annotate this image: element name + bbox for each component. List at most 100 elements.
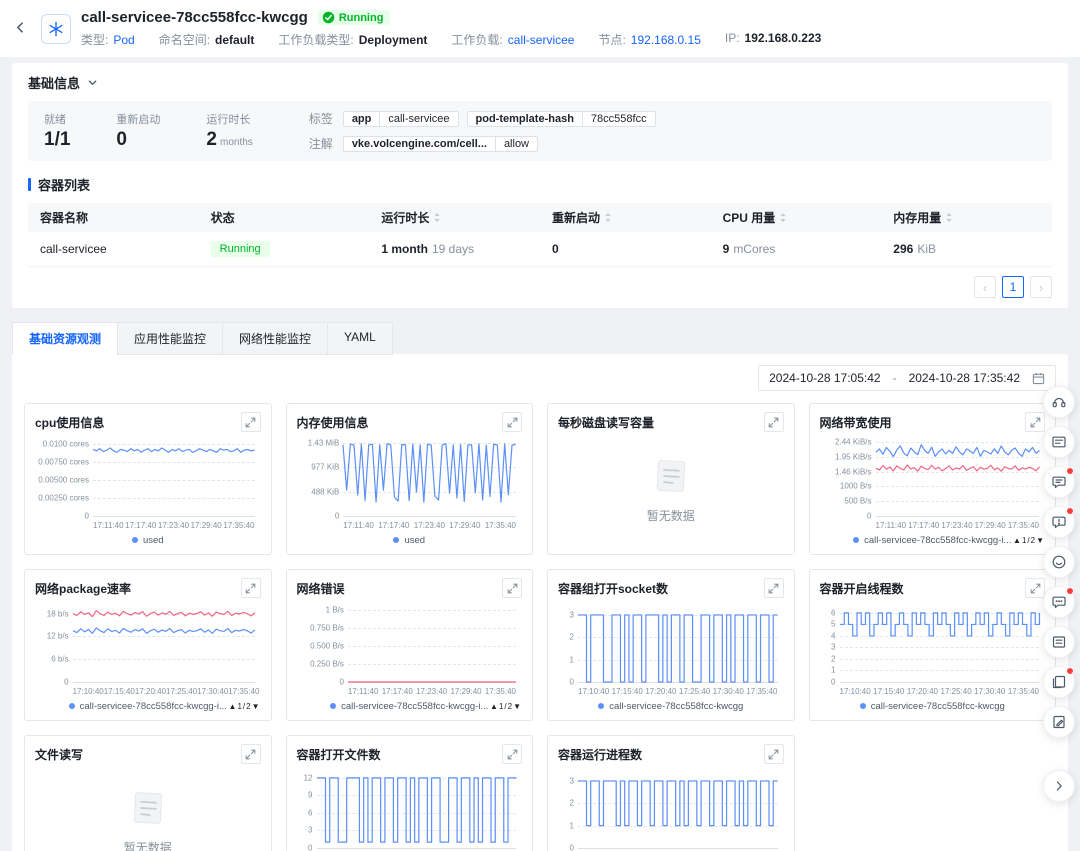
legend-label[interactable]: call-servicee-78cc558fcc-kwcgg-i...	[80, 701, 227, 712]
expand-chart-button[interactable]	[241, 578, 261, 598]
meta-label-node: 节点:	[598, 33, 625, 47]
meta-item-type: 类型:Pod	[81, 31, 135, 48]
notification-dot	[1066, 587, 1074, 595]
legend-pager[interactable]: ▲1/2▼	[490, 702, 522, 711]
no-data-text: 暂无数据	[124, 839, 172, 851]
series-tx	[876, 465, 1040, 471]
column-header: 容器名称	[28, 203, 199, 232]
rail-button-support-headset[interactable]	[1043, 386, 1075, 418]
column-header[interactable]: CPU 用量	[711, 203, 882, 232]
no-data-icon	[127, 787, 169, 832]
rail-button-chat[interactable]	[1043, 586, 1075, 618]
rail-button-message[interactable]	[1043, 466, 1075, 498]
x-tick-label: 17:35:40	[485, 687, 516, 696]
expand-chart-button[interactable]	[502, 412, 522, 432]
chart-plot-area: 3210	[558, 770, 784, 850]
rail-button-edit-doc[interactable]	[1043, 706, 1075, 738]
tab-4[interactable]: YAML	[327, 322, 393, 355]
legend-label[interactable]: call-servicee-78cc558fcc-kwcgg	[871, 701, 1005, 712]
x-tick-label: 17:11:40	[93, 521, 124, 530]
column-label: 重新启动	[552, 211, 600, 225]
expand-chart-button[interactable]	[1025, 578, 1045, 598]
meta-value-type[interactable]: Pod	[113, 33, 134, 47]
tab-1[interactable]: 基础资源观测	[12, 322, 117, 355]
chart-card-disk-rw: 每秒磁盘读写容量暂无数据	[547, 403, 795, 555]
x-axis: 17:10:4017:15:4017:20:4017:25:4017:30:40…	[73, 687, 255, 696]
x-tick-label: 17:23:40	[941, 521, 972, 530]
chart-card-cpu-usage: cpu使用信息0.0100 cores0.00750 cores0.00500 …	[24, 403, 272, 555]
rail-button-ticket[interactable]	[1043, 626, 1075, 658]
back-button[interactable]	[10, 17, 31, 41]
expand-chart-button[interactable]	[502, 744, 522, 764]
column-header[interactable]: 运行时长	[369, 203, 540, 232]
no-data-placeholder: 暂无数据	[35, 764, 261, 851]
cell-restarts: 0	[540, 232, 711, 267]
chart-title: 内存使用信息	[297, 414, 369, 431]
x-tick-label: 17:35:40	[223, 521, 254, 530]
gridline	[840, 682, 1040, 683]
legend-label[interactable]: used	[404, 535, 425, 546]
tab-3[interactable]: 网络性能监控	[222, 322, 327, 355]
x-tick-label: 17:10:40	[578, 687, 609, 696]
tab-2[interactable]: 应用性能监控	[117, 322, 222, 355]
expand-chart-button[interactable]	[502, 578, 522, 598]
meta-value-node[interactable]: 192.168.0.15	[631, 33, 701, 47]
meta-value-workload[interactable]: call-servicee	[508, 33, 575, 47]
basic-info-toggle[interactable]: 基础信息	[28, 73, 98, 92]
meta-value-namespace: default	[215, 33, 254, 47]
chart-plot-area: 18 b/s12 b/s6 b/s0	[35, 604, 261, 684]
x-tick-label: 17:29:40	[449, 521, 480, 530]
x-tick-label: 17:25:40	[679, 687, 710, 696]
series-threads	[840, 613, 1040, 636]
expand-icon	[507, 583, 518, 594]
chart-card-container-processes: 容器运行进程数321017:10:4017:15:4017:20:4017:25…	[547, 735, 795, 851]
pagination-prev-button[interactable]: ‹	[974, 276, 996, 298]
legend-label[interactable]: call-servicee-78cc558fcc-kwcgg-i...	[341, 701, 488, 712]
meta-item-workload: 工作负载:call-servicee	[451, 31, 574, 48]
legend-label[interactable]: call-servicee-78cc558fcc-kwcgg	[609, 701, 743, 712]
y-tick-label: 6	[831, 608, 835, 617]
pod-meta-row: 类型:Pod 命名空间: default 工作负载类型:Deployment 工作负载:…	[81, 31, 1064, 48]
meta-item-workload-type: 工作负载类型:Deployment	[278, 31, 427, 48]
y-tick-label: 12	[304, 773, 313, 782]
y-tick-label: 1	[570, 655, 574, 664]
expand-chart-button[interactable]	[764, 412, 784, 432]
legend-pager[interactable]: ▲1/2▼	[229, 702, 261, 711]
rail-button-feedback[interactable]	[1043, 506, 1075, 538]
legend-label[interactable]: call-servicee-78cc558fcc-kwcgg-i...	[864, 535, 1011, 546]
expand-chart-button[interactable]	[241, 744, 261, 764]
date-range-picker[interactable]: 2024-10-28 17:05:42 - 2024-10-28 17:35:4…	[758, 365, 1056, 391]
y-tick-label: 4	[831, 631, 835, 640]
expand-chart-button[interactable]	[764, 578, 784, 598]
chart-title: 网络带宽使用	[820, 414, 892, 431]
x-tick-label: 17:25:40	[941, 687, 972, 696]
chart-legend: call-servicee-78cc558fcc-kwcgg-i...▲1/2▼	[820, 534, 1046, 546]
x-tick-label: 17:11:40	[348, 687, 379, 696]
collapse-rail-button[interactable]	[1043, 770, 1075, 802]
column-header[interactable]: 重新启动	[540, 203, 711, 232]
x-tick-label: 17:29:40	[450, 687, 481, 696]
chart-plot-area: 1 B/s0.750 B/s0.500 B/s0.250 B/s0	[297, 604, 523, 684]
pagination-next-button[interactable]: ›	[1030, 276, 1052, 298]
legend-pager[interactable]: ▲1/2▼	[1013, 536, 1045, 545]
x-tick-label: 17:30:40	[974, 687, 1005, 696]
guide-panel-icon	[1051, 434, 1067, 450]
rail-button-guide-panel[interactable]	[1043, 426, 1075, 458]
x-tick-label: 17:15:40	[873, 687, 904, 696]
pagination-page-1[interactable]: 1	[1002, 276, 1024, 298]
column-header[interactable]: 内存用量	[881, 203, 1052, 232]
meta-label-namespace: 命名空间:	[159, 33, 210, 47]
expand-chart-button[interactable]	[764, 744, 784, 764]
x-tick-label: 17:10:40	[73, 687, 104, 696]
container-list-title: 容器列表	[28, 175, 1052, 194]
rail-button-docs[interactable]	[1043, 666, 1075, 698]
rail-button-smile[interactable]	[1043, 546, 1075, 578]
cell-status: Running	[199, 232, 370, 267]
column-header: 状态	[199, 203, 370, 232]
legend-label[interactable]: used	[143, 535, 164, 546]
expand-chart-button[interactable]	[241, 412, 261, 432]
series-used	[343, 444, 516, 502]
y-tick-label: 1	[570, 821, 574, 830]
expand-chart-button[interactable]	[1025, 412, 1045, 432]
y-tick-label: 3	[570, 776, 574, 785]
